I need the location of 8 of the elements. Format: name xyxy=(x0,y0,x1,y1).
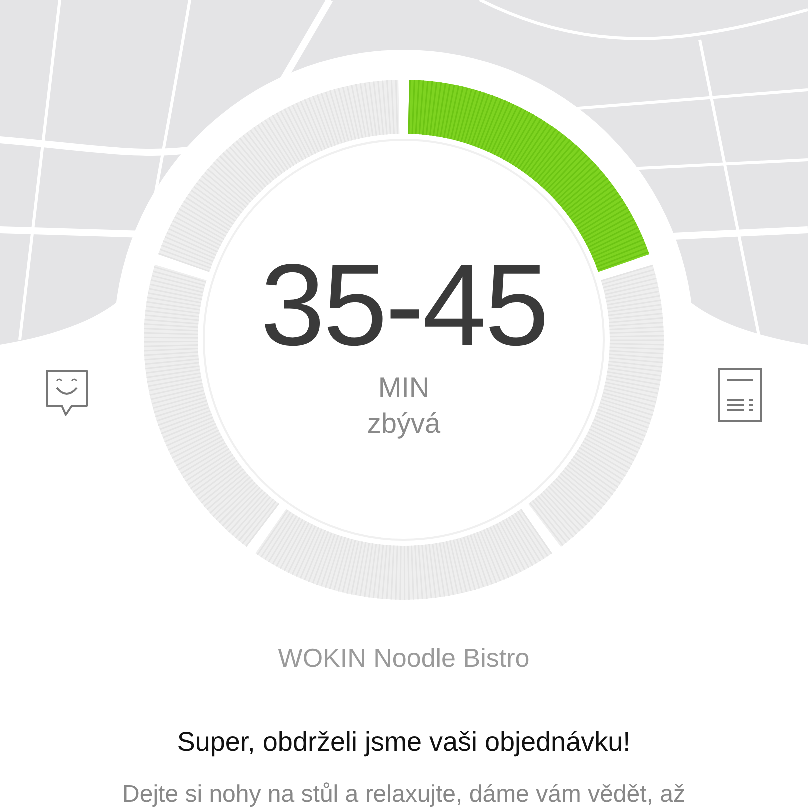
time-label: zbývá xyxy=(367,407,441,441)
confirmation-title: Super, obdrželi jsme vaši objednávku! xyxy=(177,726,631,759)
smiley-chat-icon[interactable] xyxy=(44,368,90,418)
confirmation-text: Dejte si nohy na stůl a relaxujte, dáme vám vědět, až xyxy=(122,780,686,808)
restaurant-name: WOKIN Noodle Bistro xyxy=(278,642,530,675)
document-icon[interactable] xyxy=(718,368,762,422)
time-unit: MIN xyxy=(378,371,430,405)
time-range: 35-45 xyxy=(260,240,548,370)
